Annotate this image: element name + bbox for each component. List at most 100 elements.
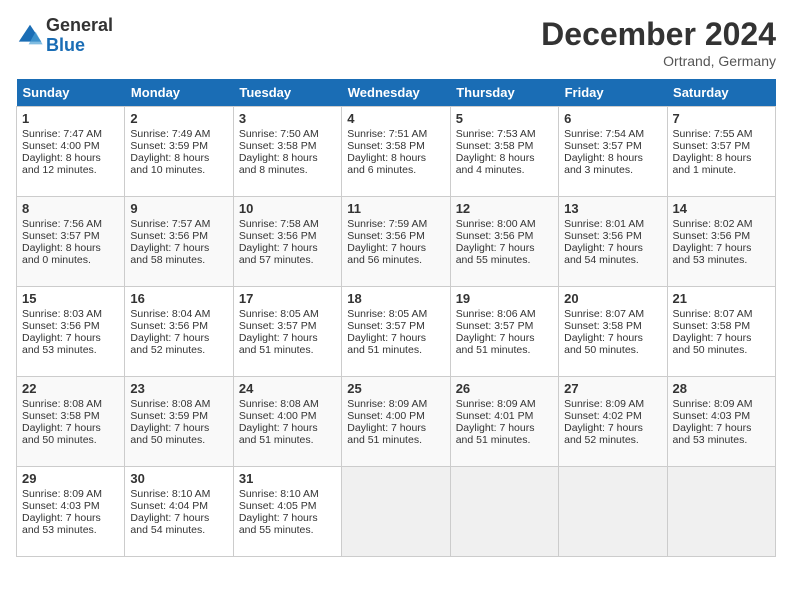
calendar-cell: 28 Sunrise: 8:09 AMSunset: 4:03 PMDayligh… [667, 377, 775, 467]
day-of-week-header: Wednesday [342, 79, 450, 107]
day-number: 10 [239, 201, 336, 216]
sunset-text: Sunset: 3:56 PM [456, 230, 534, 242]
day-number: 27 [564, 381, 661, 396]
calendar-cell: 1Sunrise: 7:47 AMSunset: 4:00 PMDaylight… [17, 107, 125, 197]
calendar-cell [450, 467, 558, 557]
calendar-cell: 30Sunrise: 8:10 AMSunset: 4:04 PMDayligh… [125, 467, 233, 557]
sunrise-text: Sunrise: 8:07 AM [564, 308, 644, 320]
day-of-week-header: Thursday [450, 79, 558, 107]
sunset-text: Sunset: 3:56 PM [564, 230, 642, 242]
daylight-text: Daylight: 7 hours and 53 minutes. [22, 512, 101, 536]
sunrise-text: Sunrise: 8:09 AM [564, 398, 644, 410]
daylight-text: Daylight: 7 hours and 53 minutes. [673, 242, 752, 266]
sunrise-text: Sunrise: 7:49 AM [130, 128, 210, 140]
sunset-text: Sunset: 3:57 PM [239, 320, 317, 332]
day-number: 2 [130, 111, 227, 126]
daylight-text: Daylight: 7 hours and 57 minutes. [239, 242, 318, 266]
sunrise-text: Sunrise: 7:58 AM [239, 218, 319, 230]
sunrise-text: Sunrise: 8:10 AM [130, 488, 210, 500]
calendar-cell: 9Sunrise: 7:57 AMSunset: 3:56 PMDaylight… [125, 197, 233, 287]
sunset-text: Sunset: 4:05 PM [239, 500, 317, 512]
calendar-week-row: 29Sunrise: 8:09 AMSunset: 4:03 PMDayligh… [17, 467, 776, 557]
sunrise-text: Sunrise: 8:07 AM [673, 308, 753, 320]
logo-icon [16, 22, 44, 50]
sunrise-text: Sunrise: 8:00 AM [456, 218, 536, 230]
day-number: 20 [564, 291, 661, 306]
day-number: 14 [673, 201, 770, 216]
sunset-text: Sunset: 4:00 PM [347, 410, 425, 422]
calendar-week-row: 1Sunrise: 7:47 AMSunset: 4:00 PMDaylight… [17, 107, 776, 197]
sunset-text: Sunset: 3:59 PM [130, 410, 208, 422]
sunset-text: Sunset: 4:02 PM [564, 410, 642, 422]
sunset-text: Sunset: 4:01 PM [456, 410, 534, 422]
calendar-cell: 23Sunrise: 8:08 AMSunset: 3:59 PMDayligh… [125, 377, 233, 467]
sunrise-text: Sunrise: 8:08 AM [130, 398, 210, 410]
daylight-text: Daylight: 7 hours and 54 minutes. [564, 242, 643, 266]
calendar-cell: 25 Sunrise: 8:09 AMSunset: 4:00 PMDayligh… [342, 377, 450, 467]
location: Ortrand, Germany [541, 53, 776, 69]
calendar-cell: 19Sunrise: 8:06 AMSunset: 3:57 PMDayligh… [450, 287, 558, 377]
sunset-text: Sunset: 3:57 PM [22, 230, 100, 242]
sunrise-text: Sunrise: 8:09 AM [347, 398, 427, 410]
day-number: 13 [564, 201, 661, 216]
calendar-cell: 7Sunrise: 7:55 AMSunset: 3:57 PMDaylight… [667, 107, 775, 197]
month-title: December 2024 [541, 16, 776, 53]
sunset-text: Sunset: 4:00 PM [22, 140, 100, 152]
daylight-text: Daylight: 7 hours and 50 minutes. [564, 332, 643, 356]
day-number: 25 [347, 381, 444, 396]
sunrise-text: Sunrise: 8:02 AM [673, 218, 753, 230]
sunrise-text: Sunrise: 8:05 AM [347, 308, 427, 320]
day-number: 28 [673, 381, 770, 396]
sunset-text: Sunset: 3:59 PM [130, 140, 208, 152]
calendar-cell: 6Sunrise: 7:54 AMSunset: 3:57 PMDaylight… [559, 107, 667, 197]
sunrise-text: Sunrise: 7:57 AM [130, 218, 210, 230]
calendar-body: 1Sunrise: 7:47 AMSunset: 4:00 PMDaylight… [17, 107, 776, 557]
sunset-text: Sunset: 3:56 PM [22, 320, 100, 332]
day-of-week-header: Sunday [17, 79, 125, 107]
daylight-text: Daylight: 7 hours and 54 minutes. [130, 512, 209, 536]
sunset-text: Sunset: 3:57 PM [564, 140, 642, 152]
daylight-text: Daylight: 7 hours and 53 minutes. [22, 332, 101, 356]
calendar-week-row: 22Sunrise: 8:08 AMSunset: 3:58 PMDayligh… [17, 377, 776, 467]
daylight-text: Daylight: 7 hours and 53 minutes. [673, 422, 752, 446]
calendar-cell: 14 Sunrise: 8:02 AMSunset: 3:56 PMDayligh… [667, 197, 775, 287]
sunrise-text: Sunrise: 7:47 AM [22, 128, 102, 140]
calendar-cell [342, 467, 450, 557]
calendar-cell: 13Sunrise: 8:01 AMSunset: 3:56 PMDayligh… [559, 197, 667, 287]
calendar-cell: 8Sunrise: 7:56 AMSunset: 3:57 PMDaylight… [17, 197, 125, 287]
sunset-text: Sunset: 3:57 PM [347, 320, 425, 332]
sunrise-text: Sunrise: 8:06 AM [456, 308, 536, 320]
calendar-cell: 24Sunrise: 8:08 AMSunset: 4:00 PMDayligh… [233, 377, 341, 467]
day-number: 9 [130, 201, 227, 216]
sunrise-text: Sunrise: 8:04 AM [130, 308, 210, 320]
title-area: December 2024 Ortrand, Germany [541, 16, 776, 69]
daylight-text: Daylight: 7 hours and 51 minutes. [347, 422, 426, 446]
day-number: 26 [456, 381, 553, 396]
daylight-text: Daylight: 7 hours and 52 minutes. [564, 422, 643, 446]
calendar-cell: 16Sunrise: 8:04 AMSunset: 3:56 PMDayligh… [125, 287, 233, 377]
calendar-cell: 15Sunrise: 8:03 AMSunset: 3:56 PMDayligh… [17, 287, 125, 377]
sunset-text: Sunset: 4:03 PM [673, 410, 751, 422]
daylight-text: Daylight: 7 hours and 55 minutes. [239, 512, 318, 536]
daylight-text: Daylight: 7 hours and 50 minutes. [130, 422, 209, 446]
sunset-text: Sunset: 3:58 PM [673, 320, 751, 332]
sunset-text: Sunset: 3:56 PM [673, 230, 751, 242]
daylight-text: Daylight: 7 hours and 51 minutes. [347, 332, 426, 356]
daylight-text: Daylight: 8 hours and 3 minutes. [564, 152, 643, 176]
calendar-cell: 31Sunrise: 8:10 AMSunset: 4:05 PMDayligh… [233, 467, 341, 557]
sunset-text: Sunset: 4:00 PM [239, 410, 317, 422]
sunset-text: Sunset: 4:04 PM [130, 500, 208, 512]
daylight-text: Daylight: 7 hours and 51 minutes. [239, 332, 318, 356]
day-number: 7 [673, 111, 770, 126]
day-number: 5 [456, 111, 553, 126]
sunrise-text: Sunrise: 7:51 AM [347, 128, 427, 140]
day-number: 17 [239, 291, 336, 306]
sunset-text: Sunset: 3:58 PM [564, 320, 642, 332]
sunrise-text: Sunrise: 8:03 AM [22, 308, 102, 320]
sunrise-text: Sunrise: 8:09 AM [673, 398, 753, 410]
sunset-text: Sunset: 4:03 PM [22, 500, 100, 512]
daylight-text: Daylight: 7 hours and 51 minutes. [239, 422, 318, 446]
day-of-week-header: Monday [125, 79, 233, 107]
logo-line1: General [46, 16, 113, 36]
calendar-cell [559, 467, 667, 557]
